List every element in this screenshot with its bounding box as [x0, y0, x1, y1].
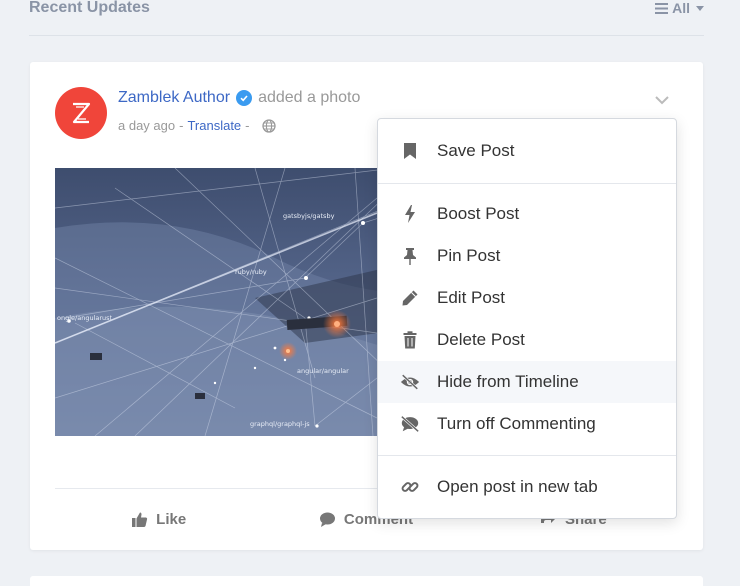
post-time[interactable]: a day ago	[118, 118, 175, 133]
filter-label: All	[672, 0, 690, 16]
menu-item-label: Save Post	[437, 141, 515, 160]
menu-item-save-post[interactable]: Save Post	[378, 130, 676, 172]
eye-slash-icon	[400, 372, 420, 392]
filter-dropdown[interactable]: All	[655, 0, 704, 16]
menu-divider	[378, 183, 676, 184]
menu-item-open-in-new-tab[interactable]: Open post in new tab	[378, 466, 676, 508]
photo-label: gatsbyjs/gatsby	[283, 212, 335, 220]
pin-icon	[400, 246, 420, 266]
globe-icon	[261, 118, 276, 133]
post-meta: a day ago - Translate -	[118, 118, 276, 133]
menu-item-label: Edit Post	[437, 288, 506, 307]
meta-separator: -	[245, 118, 250, 133]
next-post-card	[30, 576, 703, 586]
menu-item-turn-off-commenting[interactable]: Turn off Commenting	[378, 403, 676, 445]
list-icon	[655, 2, 669, 14]
caret-down-icon	[696, 5, 704, 11]
z-logo-icon	[72, 102, 91, 124]
menu-item-label: Boost Post	[437, 204, 520, 223]
section-title: Recent Updates	[29, 0, 150, 16]
chevron-down-icon[interactable]	[654, 92, 670, 108]
photo-label: ongle/angularust	[57, 314, 113, 322]
translate-link[interactable]: Translate	[187, 118, 241, 133]
author-name[interactable]: Zamblek Author	[118, 89, 230, 107]
avatar[interactable]	[55, 87, 107, 139]
link-icon	[400, 477, 420, 497]
menu-divider	[378, 455, 676, 456]
thumbs-up-icon	[132, 512, 148, 527]
like-button[interactable]: Like	[55, 489, 262, 550]
menu-item-label: Open post in new tab	[437, 477, 598, 496]
menu-item-edit-post[interactable]: Edit Post	[378, 277, 676, 319]
menu-item-label: Turn off Commenting	[437, 414, 596, 433]
post-action-text: added a photo	[258, 89, 361, 106]
menu-item-delete-post[interactable]: Delete Post	[378, 319, 676, 361]
meta-separator: -	[179, 118, 184, 133]
menu-item-hide-from-timeline[interactable]: Hide from Timeline	[378, 361, 676, 403]
pencil-icon	[400, 288, 420, 308]
menu-item-boost-post[interactable]: Boost Post	[378, 193, 676, 235]
photo-label: angular/angular	[297, 367, 349, 375]
verified-icon	[236, 90, 253, 106]
post-options-menu: Save Post Boost Post Pin Post Edit Post …	[377, 118, 677, 519]
section-header: Recent Updates All	[29, 0, 704, 36]
bolt-icon	[400, 204, 420, 224]
photo-label: ruby/ruby	[235, 268, 267, 276]
bookmark-icon	[400, 141, 420, 161]
menu-item-label: Pin Post	[437, 246, 501, 265]
menu-item-label: Hide from Timeline	[437, 372, 579, 391]
like-label: Like	[156, 511, 187, 528]
photo-label: graphql/graphql-js	[250, 420, 310, 428]
trash-icon	[400, 330, 420, 350]
menu-item-label: Delete Post	[437, 330, 525, 349]
menu-item-pin-post[interactable]: Pin Post	[378, 235, 676, 277]
comment-icon	[319, 512, 335, 527]
comment-slash-icon	[400, 414, 420, 434]
author-line: Zamblek Author added a photo	[118, 89, 360, 107]
